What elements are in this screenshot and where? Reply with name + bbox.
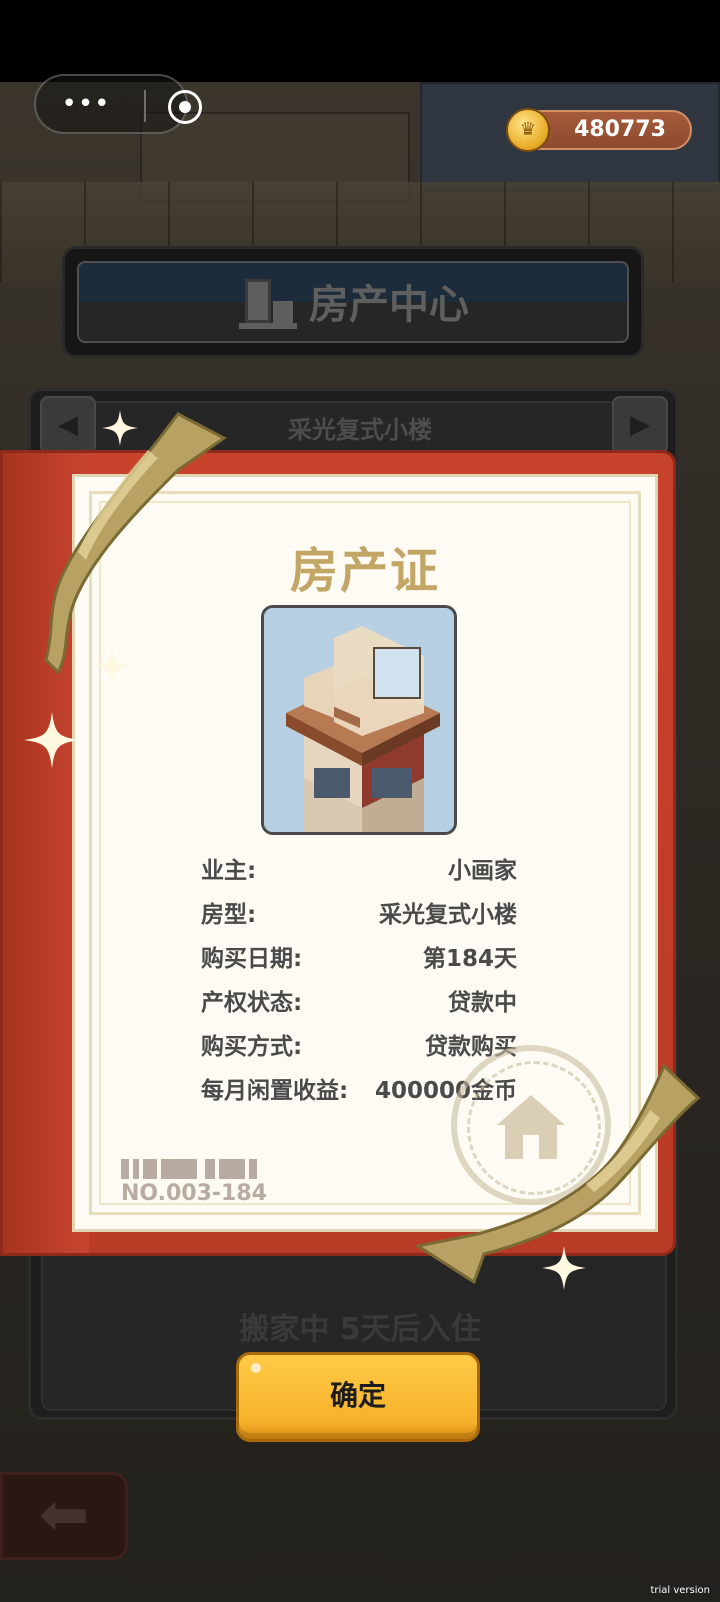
sparkle-icon: [94, 648, 130, 684]
next-house-button[interactable]: ▶: [612, 396, 668, 454]
info-value: 第184天: [422, 946, 517, 972]
more-dots-icon[interactable]: •••: [56, 91, 116, 118]
page-title: 房产中心: [309, 282, 469, 328]
building-icon: [239, 279, 297, 329]
info-value: 贷款中: [448, 990, 517, 1016]
header-title-frame: 房产中心: [62, 246, 644, 358]
info-label: 业主:: [201, 858, 257, 884]
info-label: 产权状态:: [201, 990, 303, 1016]
house-image: [261, 605, 457, 835]
info-row-owner: 业主: 小画家: [201, 851, 517, 885]
coin-balance: ♛ 480773: [506, 108, 692, 152]
miniprogram-capsule: •••: [34, 74, 202, 134]
certificate-serial: NO.003-184: [121, 1181, 267, 1206]
coin-amount: 480773: [574, 117, 666, 142]
ribbon-top-left: [44, 412, 227, 675]
confirm-button[interactable]: 确定: [236, 1352, 480, 1442]
info-row-house-type: 房型: 采光复式小楼: [201, 895, 517, 929]
info-label: 购买方式:: [201, 1034, 303, 1060]
info-value: 采光复式小楼: [379, 902, 517, 928]
target-circle-icon[interactable]: [168, 90, 202, 124]
info-row-purchase-date: 购买日期: 第184天: [201, 939, 517, 973]
sparkle-icon: [542, 1246, 586, 1290]
moving-status: 搬家中 5天后入住: [239, 1312, 481, 1347]
header-title-plate: 房产中心: [77, 261, 629, 343]
info-value: 小画家: [448, 858, 517, 884]
trial-watermark: trial version: [650, 1585, 710, 1596]
crown-coin-icon: ♛: [506, 108, 550, 152]
info-label: 购买日期:: [201, 946, 303, 972]
status-bar-area: [0, 0, 720, 82]
sparkle-icon: [102, 410, 138, 446]
back-arrow-button[interactable]: ⬅: [0, 1472, 128, 1560]
barcode: [121, 1159, 261, 1179]
info-row-ownership-status: 产权状态: 贷款中: [201, 983, 517, 1017]
sparkle-icon: [24, 712, 80, 768]
capsule-divider: [144, 90, 146, 122]
info-label: 每月闲置收益:: [201, 1078, 349, 1104]
info-label: 房型:: [201, 902, 257, 928]
